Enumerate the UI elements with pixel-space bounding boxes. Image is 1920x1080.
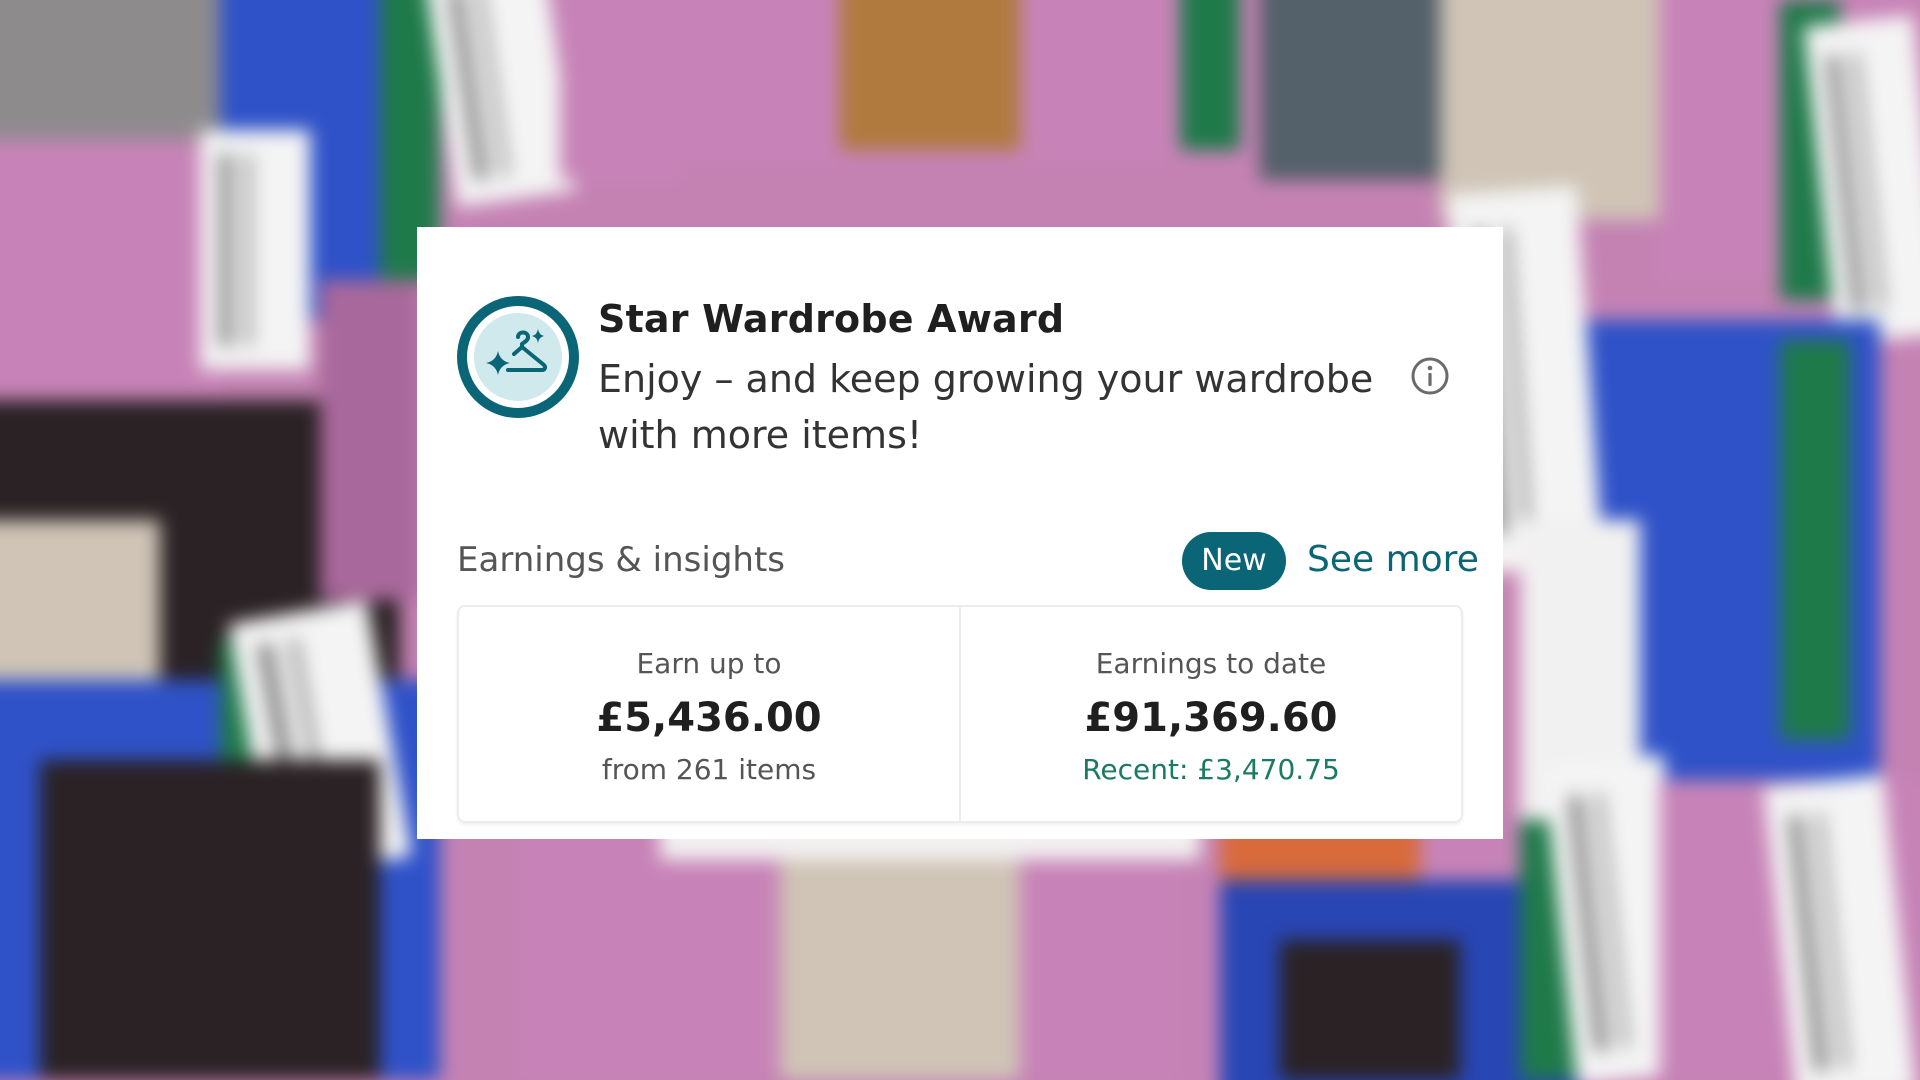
- new-badge: New: [1182, 532, 1286, 590]
- award-card: Star Wardrobe Award Enjoy – and keep gro…: [417, 227, 1503, 839]
- stat-subtext: from 261 items: [601, 753, 817, 786]
- stat-label: Earn up to: [636, 647, 782, 680]
- earnings-stats-panel: Earn up to £5,436.00 from 261 items Earn…: [457, 605, 1463, 823]
- award-title: Star Wardrobe Award: [598, 297, 1065, 341]
- recent-earnings-text: Recent: £3,470.75: [1082, 753, 1340, 786]
- earnings-to-date-stat: Earnings to date £91,369.60 Recent: £3,4…: [959, 607, 1461, 821]
- earn-potential-stat: Earn up to £5,436.00 from 261 items: [459, 607, 959, 821]
- hanger-sparkle-icon: [457, 296, 579, 418]
- stat-label: Earnings to date: [1095, 647, 1327, 680]
- stat-value: £91,369.60: [1084, 695, 1338, 741]
- see-more-link[interactable]: See more: [1307, 539, 1479, 580]
- section-heading-earnings: Earnings & insights: [457, 540, 785, 580]
- award-subtitle: Enjoy – and keep growing your wardrobe w…: [598, 357, 1374, 457]
- stat-value: £5,436.00: [596, 695, 822, 741]
- info-icon[interactable]: [1410, 356, 1450, 396]
